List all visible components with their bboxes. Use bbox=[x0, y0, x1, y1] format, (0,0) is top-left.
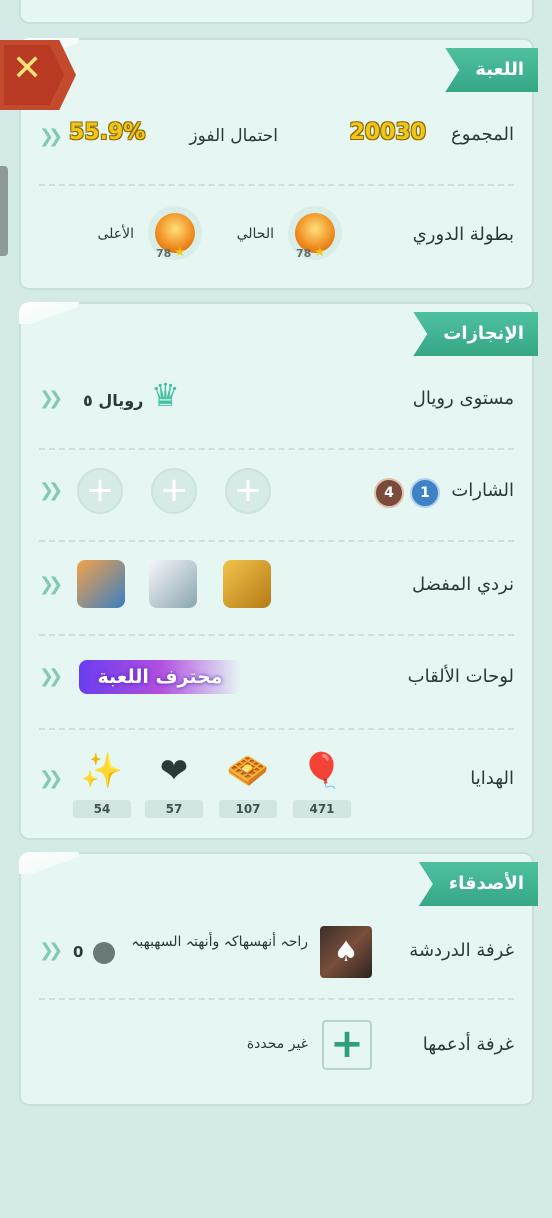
highest-label: الأعلى bbox=[97, 226, 134, 242]
game-card: اللعبة المجموع 20030 احتمال الفوز 55.9% … bbox=[19, 38, 538, 290]
gifts-label: الهدايا bbox=[470, 768, 514, 789]
add-support-room-button[interactable]: + bbox=[322, 1020, 372, 1070]
chevron-right-icon[interactable]: ❯❯ bbox=[39, 388, 63, 409]
crown-icon: ♛ bbox=[151, 376, 180, 414]
gift-count: 54 bbox=[73, 800, 131, 818]
total-label: المجموع bbox=[451, 124, 514, 145]
support-label: غرفة أدعمها bbox=[422, 1034, 514, 1055]
royal-label: مستوى رويال bbox=[412, 388, 514, 409]
friends-card: الأصدقاء غرفة الدردشة ♠ راحہ أنهسهاکہ وأ… bbox=[19, 852, 538, 1106]
balloons-icon[interactable]: 🎈 bbox=[299, 748, 345, 794]
previous-card bbox=[19, 0, 534, 24]
chevron-right-icon[interactable]: ❯❯ bbox=[39, 666, 63, 687]
close-icon: ✕ bbox=[12, 48, 43, 89]
current-label: الحالي bbox=[236, 226, 274, 242]
star-icon: ★ bbox=[314, 245, 326, 260]
chevron-right-icon[interactable]: ❯❯ bbox=[39, 480, 63, 501]
current-league-medal[interactable]: 78 ★ bbox=[288, 206, 342, 260]
badges-label: الشارات bbox=[451, 480, 514, 501]
chevron-right-icon[interactable]: ❯❯ bbox=[39, 574, 63, 595]
add-badge-slot[interactable]: + bbox=[77, 468, 123, 514]
sparkle-icon[interactable]: ✨ bbox=[79, 748, 125, 794]
add-badge-slot[interactable]: + bbox=[225, 468, 271, 514]
carousel-dice-icon[interactable] bbox=[77, 560, 125, 608]
gift-count: 107 bbox=[219, 800, 277, 818]
gold-dice-icon[interactable] bbox=[223, 560, 271, 608]
chevron-right-icon[interactable]: ❯❯ bbox=[39, 940, 63, 961]
chat-label: غرفة الدردشة bbox=[409, 940, 514, 961]
achievements-section-title: الإنجازات bbox=[413, 312, 538, 356]
win-label: احتمال الفوز bbox=[189, 126, 278, 146]
gift-count: 471 bbox=[293, 800, 351, 818]
chat-room-avatar[interactable]: ♠ bbox=[320, 926, 372, 978]
titles-label: لوحات الألقاب bbox=[407, 666, 514, 687]
blue-badge-icon[interactable]: 1 bbox=[410, 478, 440, 508]
win-value: 55.9% bbox=[69, 120, 146, 145]
chat-room-name: راحہ أنهسهاکہ وأنهتہ السهبهبہ bbox=[131, 934, 308, 950]
total-value: 20030 bbox=[349, 120, 426, 145]
chevron-right-icon[interactable]: ❯❯ bbox=[39, 768, 63, 789]
title-plate[interactable]: محترف اللعبة bbox=[79, 660, 241, 694]
heart-icon[interactable]: ❤ bbox=[151, 748, 197, 794]
dice-label: نردي المفضل bbox=[411, 574, 514, 595]
bronze-badge-icon[interactable]: 4 bbox=[374, 478, 404, 508]
game-section-title: اللعبة bbox=[445, 48, 538, 92]
achievements-card: الإنجازات مستوى رويال ♛ رويال ٥ ❯❯ الشار… bbox=[19, 302, 538, 840]
league-label: بطولة الدوري bbox=[412, 224, 514, 245]
add-badge-slot[interactable]: + bbox=[151, 468, 197, 514]
star-icon: ★ bbox=[174, 245, 186, 260]
waffle-icon[interactable]: 🧇 bbox=[225, 748, 271, 794]
silver-dice-icon[interactable] bbox=[149, 560, 197, 608]
user-icon bbox=[93, 942, 115, 964]
side-handle[interactable] bbox=[0, 166, 8, 256]
royal-value: رويال ٥ bbox=[83, 391, 144, 410]
gift-count: 57 bbox=[145, 800, 203, 818]
highest-league-medal[interactable]: 78 ★ bbox=[148, 206, 202, 260]
friends-section-title: الأصدقاء bbox=[418, 862, 538, 906]
support-value: غير محددة bbox=[246, 1036, 308, 1052]
chat-members-count: 0 bbox=[73, 943, 84, 961]
chevron-right-icon[interactable]: ❯❯ bbox=[39, 126, 63, 147]
